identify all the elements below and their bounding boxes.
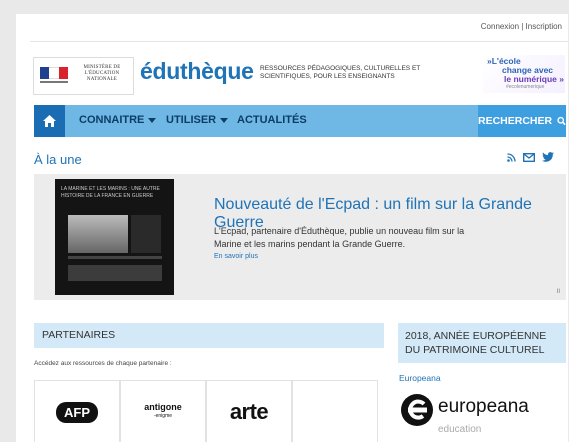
- arte-logo: arte: [229, 399, 269, 424]
- ministry-name: MINISTÈRE DE L'ÉDUCATION NATIONALE: [83, 65, 121, 82]
- video-side-panel: [131, 215, 161, 253]
- ministry-logo[interactable]: MINISTÈRE DE L'ÉDUCATION NATIONALE: [33, 57, 134, 95]
- antigone-sub: -enigme: [153, 413, 173, 419]
- search-label: RECHERCHER: [478, 115, 553, 127]
- twitter-icon[interactable]: [542, 152, 554, 162]
- flag-icon: [40, 67, 68, 79]
- section-title: À la une: [34, 152, 82, 167]
- partners-header: PARTENAIRES: [34, 323, 384, 348]
- site-tagline: RESSOURCES PÉDAGOGIQUES, CULTURELLES ET …: [260, 65, 421, 80]
- featured-article[interactable]: LA MARINE ET LES MARINS : UNE AUTRE HIST…: [34, 174, 566, 300]
- read-more-link[interactable]: En savoir plus: [214, 253, 258, 260]
- search-icon: [557, 116, 566, 126]
- badge-line-3: le numérique »: [504, 74, 564, 84]
- carousel-pager[interactable]: II: [557, 289, 560, 295]
- mail-icon[interactable]: [523, 152, 535, 162]
- badge-hashtag: #ecolenumerique: [506, 84, 545, 90]
- rss-icon[interactable]: [507, 152, 516, 162]
- eu-heritage-header: 2018, ANNÉE EUROPÉENNE DU PATRIMOINE CUL…: [398, 323, 566, 363]
- partner-antigone[interactable]: antigone -enigme: [120, 380, 206, 442]
- video-caption: [68, 265, 162, 281]
- nav-actualites-label: ACTUALITÉS: [237, 114, 307, 126]
- search-button[interactable]: RECHERCHER: [478, 105, 566, 137]
- login-links[interactable]: Connexion | Inscription: [481, 22, 562, 31]
- home-button[interactable]: [34, 105, 65, 137]
- partners-subtitle: Accédez aux ressources de chaque partena…: [34, 360, 172, 367]
- nav-actualites[interactable]: ACTUALITÉS: [237, 114, 307, 126]
- flag-underline: [40, 81, 68, 83]
- europeana-link[interactable]: Europeana: [399, 373, 441, 383]
- nav-connaitre[interactable]: CONNAITRE: [79, 114, 157, 126]
- chevron-down-icon: [220, 117, 229, 123]
- page: Connexion | Inscription MINISTÈRE DE L'É…: [16, 14, 568, 442]
- partner-afp[interactable]: AFP: [34, 380, 120, 442]
- article-thumbnail[interactable]: LA MARINE ET LES MARINS : UNE AUTRE HIST…: [55, 179, 174, 295]
- main-nav: CONNAITRE UTILISER ACTUALITÉS RECHERCHER: [34, 105, 566, 137]
- eu-heritage-title: 2018, ANNÉE EUROPÉENNE DU PATRIMOINE CUL…: [405, 330, 547, 356]
- nav-utiliser[interactable]: UTILISER: [166, 114, 229, 126]
- europeana-subtitle: education: [438, 424, 482, 435]
- thumbnail-title: LA MARINE ET LES MARINS : UNE AUTRE HIST…: [61, 186, 160, 199]
- share-icons: [507, 152, 554, 162]
- europeana-wordmark: europeana: [438, 396, 529, 417]
- chevron-down-icon: [148, 117, 157, 123]
- europeana-e-icon: [401, 394, 433, 426]
- video-frame: [68, 215, 128, 253]
- partner-arte[interactable]: arte: [206, 380, 292, 442]
- partner-next[interactable]: [292, 380, 378, 442]
- home-icon: [43, 115, 56, 127]
- afp-logo: AFP: [56, 401, 98, 423]
- antigone-logo: antigone -enigme: [144, 403, 182, 421]
- nav-connaitre-label: CONNAITRE: [79, 114, 145, 126]
- antigone-word: antigone: [144, 402, 182, 412]
- top-divider: [30, 41, 568, 42]
- video-progress-bar: [68, 256, 162, 259]
- ecole-numerique-badge[interactable]: »L'école change avec le numérique » #eco…: [483, 55, 565, 93]
- partners-title: PARTENAIRES: [42, 329, 116, 341]
- site-logo[interactable]: éduthèque: [140, 58, 254, 85]
- europeana-logo[interactable]: europeana education: [399, 392, 559, 442]
- article-description: L'Ecpad, partenaire d'Éduthèque, publie …: [214, 226, 465, 249]
- nav-utiliser-label: UTILISER: [166, 114, 217, 126]
